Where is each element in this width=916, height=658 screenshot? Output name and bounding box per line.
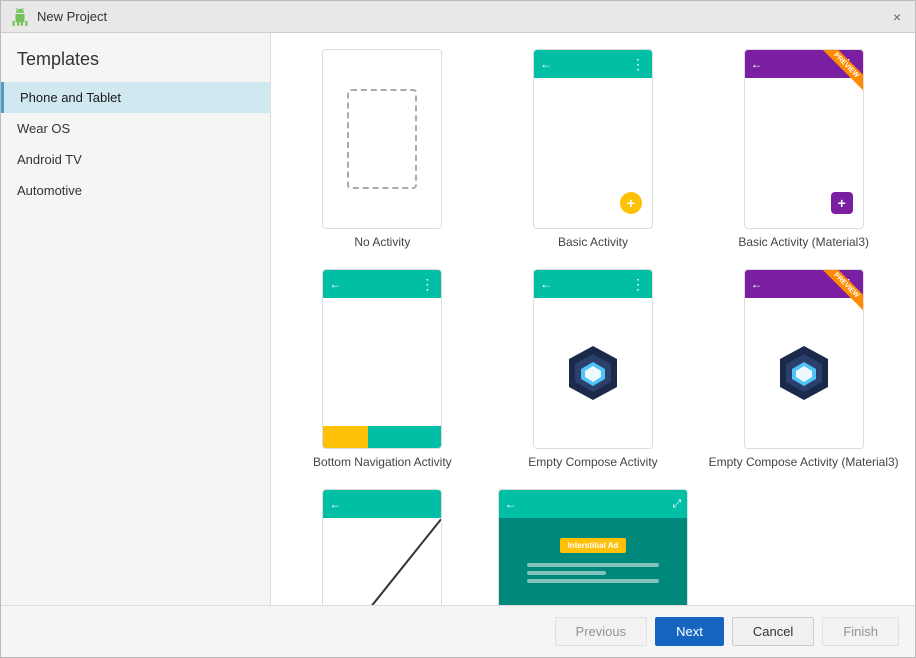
- bottom-nav-bar: [323, 426, 441, 448]
- back-icon-bn: ←: [329, 277, 341, 291]
- new-project-dialog: New Project × Templates Phone and Tablet…: [0, 0, 916, 658]
- sidebar-item-android-tv[interactable]: Android TV: [1, 144, 270, 175]
- basic-header: ← ⋮: [534, 50, 652, 78]
- sidebar-item-automotive[interactable]: Automotive: [1, 175, 270, 206]
- title-bar: New Project ×: [1, 1, 915, 33]
- fab-button: +: [620, 192, 642, 214]
- basic-material3-label: Basic Activity (Material3): [738, 235, 869, 249]
- diagonal-line-icon: [323, 518, 441, 605]
- bottom-nav-header: ← ⋮: [323, 270, 441, 298]
- material3-body: +: [745, 78, 863, 228]
- compose-mockup: ← ⋮: [534, 270, 652, 448]
- interstitial-thumb-el: ← ⤢ Interstitial Ad: [498, 489, 689, 605]
- compose-hex-icon: [567, 344, 619, 402]
- ad-line-1: [527, 563, 659, 567]
- template-bottom-nav[interactable]: ← ⋮ Bottom Navigation Activity: [287, 269, 478, 469]
- basic-activity-label: Basic Activity: [558, 235, 628, 249]
- compose-label: Empty Compose Activity: [528, 455, 657, 469]
- back-icon-fs: ←: [329, 497, 341, 511]
- basic-activity-thumb: ← ⋮ +: [533, 49, 653, 229]
- basic-body: +: [534, 78, 652, 228]
- compose-thumb: ← ⋮: [533, 269, 653, 449]
- dialog-title: New Project: [37, 9, 107, 24]
- back-icon-c: ←: [540, 277, 552, 291]
- ad-line-3: [527, 579, 659, 583]
- compose-m3-thumb: ← ⋮: [744, 269, 864, 449]
- previous-button[interactable]: Previous: [555, 617, 648, 646]
- bottom-nav-body: [323, 298, 441, 426]
- title-bar-left: New Project: [11, 8, 107, 26]
- no-activity-label: No Activity: [354, 235, 410, 249]
- interstitial-header: ← ⤢: [499, 490, 688, 518]
- basic-material3-thumb: ← ⋮ +: [744, 49, 864, 229]
- bottom-nav-mockup: ← ⋮: [323, 270, 441, 448]
- bottom-nav-thumb: ← ⋮: [322, 269, 442, 449]
- compose-m3-body: [745, 298, 863, 448]
- template-interstitial-ad[interactable]: ← ⤢ Interstitial Ad Interstitia: [498, 489, 689, 605]
- preview-banner-1: [815, 49, 864, 98]
- fs-body: [323, 518, 441, 605]
- main-content: No Activity ← ⋮ +: [271, 33, 915, 605]
- interstitial-body: Interstitial Ad: [499, 518, 688, 605]
- back-icon-m3: ←: [751, 57, 763, 71]
- sidebar-item-wear-os[interactable]: Wear OS: [1, 113, 270, 144]
- template-compose-material3[interactable]: ← ⋮: [708, 269, 899, 469]
- content-area: Templates Phone and Tablet Wear OS Andro…: [1, 33, 915, 605]
- fab-purple: +: [831, 192, 853, 214]
- menu-dots-bn: ⋮: [420, 276, 435, 293]
- ad-badge: Interstitial Ad: [560, 538, 627, 553]
- compose-header: ← ⋮: [534, 270, 652, 298]
- bottom-nav-accent: [323, 426, 368, 448]
- template-no-activity[interactable]: No Activity: [287, 49, 478, 249]
- cancel-button[interactable]: Cancel: [732, 617, 814, 646]
- finish-button[interactable]: Finish: [822, 617, 899, 646]
- menu-dots-c: ⋮: [631, 276, 646, 293]
- bottom-nav-label: Bottom Navigation Activity: [313, 455, 452, 469]
- sidebar: Templates Phone and Tablet Wear OS Andro…: [1, 33, 271, 605]
- back-icon: ←: [540, 57, 552, 71]
- dashed-rect: [347, 89, 417, 189]
- fullscreen-thumb-el: ←: [322, 489, 442, 605]
- ad-lines: [527, 563, 659, 587]
- fs-header: ←: [323, 490, 441, 518]
- android-icon: [11, 8, 29, 26]
- back-icon-cm3: ←: [751, 277, 763, 291]
- compose-hex-icon-m3: [778, 344, 830, 402]
- compose-body: [534, 298, 652, 448]
- expand-icon: ⤢: [673, 498, 682, 511]
- sidebar-item-phone-tablet[interactable]: Phone and Tablet: [1, 82, 270, 113]
- preview-banner-2: [815, 269, 864, 318]
- sidebar-title: Templates: [1, 41, 270, 82]
- ad-line-2: [527, 571, 606, 575]
- menu-dots: ⋮: [631, 56, 646, 73]
- templates-grid: No Activity ← ⋮ +: [287, 49, 899, 605]
- fullscreen-mockup: ←: [323, 490, 441, 605]
- basic-phone-mockup: ← ⋮ +: [534, 50, 652, 228]
- footer: Previous Next Cancel Finish: [1, 605, 915, 657]
- compose-m3-label: Empty Compose Activity (Material3): [709, 455, 899, 469]
- close-button[interactable]: ×: [889, 9, 905, 25]
- template-basic-activity[interactable]: ← ⋮ + Basic Activity: [498, 49, 689, 249]
- back-icon-int: ←: [505, 497, 517, 511]
- template-empty-compose[interactable]: ← ⋮: [498, 269, 689, 469]
- next-button[interactable]: Next: [655, 617, 724, 646]
- no-activity-thumb: [322, 49, 442, 229]
- template-fullscreen[interactable]: ← Fullscreen Activity: [287, 489, 478, 605]
- template-basic-material3[interactable]: ← ⋮ + Basic Activity (Material3): [708, 49, 899, 249]
